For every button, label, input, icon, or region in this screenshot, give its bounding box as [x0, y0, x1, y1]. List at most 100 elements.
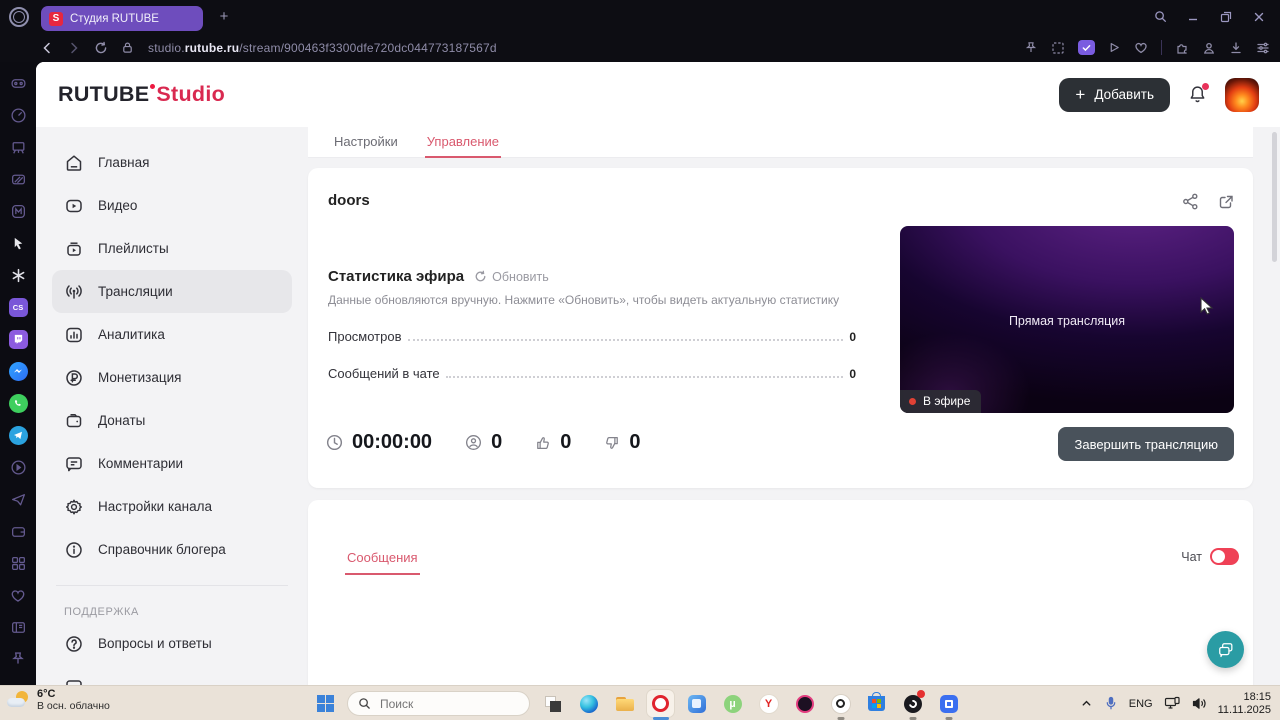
sidebar-item-home[interactable]: Главная [52, 141, 292, 184]
taskbar-icon-blue-app[interactable] [683, 690, 710, 717]
close-icon[interactable] [1248, 6, 1270, 28]
cs-badge-icon[interactable]: CS [5, 294, 31, 320]
stream-stats: Статистика эфира Обновить Данные обновля… [328, 268, 856, 381]
forward-icon[interactable] [67, 41, 81, 55]
stream-preview[interactable]: Прямая трансляция В эфире [900, 226, 1234, 413]
twitch-icon[interactable] [5, 326, 31, 352]
profile-icon[interactable] [1202, 41, 1216, 55]
taskbar-search[interactable] [347, 691, 530, 716]
chat-toggle[interactable] [1210, 548, 1239, 565]
rail-pin-icon[interactable] [5, 646, 31, 672]
add-button[interactable]: + Добавить [1059, 77, 1170, 112]
stats-title: Статистика эфира [328, 268, 465, 285]
heart-icon[interactable] [5, 582, 31, 608]
refresh-button[interactable]: Обновить [474, 270, 549, 284]
end-stream-button[interactable]: Завершить трансляцию [1058, 427, 1234, 461]
taskbar-icon-yandex[interactable]: Y [755, 690, 782, 717]
wallet-icon[interactable] [5, 518, 31, 544]
notifications-bell-icon[interactable] [1187, 83, 1209, 105]
workspace-icon[interactable] [5, 70, 31, 96]
tray-network-icon[interactable] [1164, 696, 1181, 711]
telegram-icon[interactable] [5, 422, 31, 448]
tray-mic-icon[interactable] [1104, 696, 1118, 711]
messenger-icon[interactable] [5, 358, 31, 384]
sidebar-item-comments[interactable]: Комментарии [52, 442, 292, 485]
sidebar-item-clipped[interactable] [52, 665, 292, 685]
user-avatar[interactable] [1225, 77, 1259, 112]
pin-icon[interactable] [1024, 41, 1038, 55]
play-circle-icon[interactable] [5, 454, 31, 480]
search-icon[interactable] [1149, 6, 1171, 28]
tab-messages[interactable]: Сообщения [345, 550, 420, 575]
snapshot-icon[interactable] [1051, 41, 1065, 55]
speed-dial-icon[interactable] [5, 102, 31, 128]
taskbar-icon-utorrent[interactable]: µ [719, 690, 746, 717]
open-external-icon[interactable] [1217, 192, 1235, 211]
sidebar-item-playlists[interactable]: Плейлисты [52, 227, 292, 270]
new-tab-button[interactable]: + [213, 6, 235, 28]
taskbar-icon-blue-square[interactable] [935, 690, 962, 720]
browser-tab[interactable]: S Студия RUTUBE [41, 6, 203, 31]
support-chat-fab[interactable] [1207, 631, 1244, 668]
viewer-icon [464, 433, 483, 452]
viewers-counter: 0 [464, 431, 502, 454]
sidebar-item-monetization[interactable]: Монетизация [52, 356, 292, 399]
question-icon [64, 634, 84, 654]
site-lock-icon[interactable] [121, 41, 134, 54]
page-scrollbar[interactable] [1272, 132, 1277, 262]
whatsapp-icon[interactable] [5, 390, 31, 416]
m-badge-icon[interactable] [5, 198, 31, 224]
comments-icon [64, 454, 84, 474]
url-text[interactable]: studio.rutube.ru/stream/900463f3300dfe72… [148, 41, 497, 55]
taskbar-icon-edge[interactable] [575, 690, 602, 717]
reload-icon[interactable] [94, 41, 108, 55]
share-icon[interactable] [1181, 192, 1200, 211]
opera-menu-icon[interactable] [9, 6, 29, 27]
search-input[interactable] [378, 695, 508, 712]
playlists-icon [64, 239, 84, 259]
pointer-icon[interactable] [5, 230, 31, 256]
rutube-studio-logo[interactable]: RUTUBE Studio [58, 82, 225, 107]
tray-chevron-up-icon[interactable] [1080, 697, 1093, 710]
minimize-icon[interactable] [1182, 6, 1204, 28]
back-icon[interactable] [40, 41, 54, 55]
settings-sliders-icon[interactable] [1256, 41, 1270, 55]
home-icon [64, 153, 84, 173]
sidebar-item-faq[interactable]: Вопросы и ответы [52, 622, 292, 665]
start-button[interactable] [312, 691, 338, 717]
panels-icon[interactable] [5, 614, 31, 640]
weather-widget[interactable]: 6°C В осн. облачно [7, 688, 110, 712]
tab-settings[interactable]: Настройки [334, 127, 398, 158]
taskbar-icon-obs[interactable] [899, 690, 926, 720]
sidebar-item-blogger-guide[interactable]: Справочник блогера [52, 528, 292, 571]
easel-icon[interactable] [5, 134, 31, 160]
chatgpt-icon[interactable] [5, 262, 31, 288]
taskbar-icon-explorer[interactable] [611, 690, 638, 717]
tray-speaker-icon[interactable] [1192, 697, 1207, 710]
notification-dot [1202, 83, 1209, 90]
sidebar-item-channel-settings[interactable]: Настройки канала [52, 485, 292, 528]
stream-card: doors Статистика эфира Обновить Данные о… [308, 168, 1253, 488]
taskbar-icon-steelseries[interactable] [827, 690, 854, 720]
video-popout-icon[interactable] [1108, 41, 1121, 54]
sidebar-item-video[interactable]: Видео [52, 184, 292, 227]
vpn-shield-icon[interactable] [1078, 40, 1095, 55]
sidebar-item-streams[interactable]: Трансляции [52, 270, 292, 313]
taskbar-icon-screens[interactable] [539, 690, 566, 717]
tab-management[interactable]: Управление [424, 127, 502, 158]
taskbar-icon-opera[interactable] [647, 690, 674, 720]
extensions-icon[interactable] [1175, 41, 1189, 55]
sidebar-item-donations[interactable]: Донаты [52, 399, 292, 442]
taskbar-icon-ms-store[interactable] [863, 690, 890, 717]
downloads-icon[interactable] [1229, 41, 1243, 55]
taskbar-icon-opera-gx[interactable] [791, 690, 818, 717]
restore-icon[interactable] [1215, 6, 1237, 28]
apps-grid-icon[interactable] [5, 550, 31, 576]
taskbar-clock[interactable]: 18:15 11.11.2025 [1218, 691, 1271, 717]
thumb-up-icon [534, 434, 552, 452]
sidebar-item-analytics[interactable]: Аналитика [52, 313, 292, 356]
send-icon[interactable] [5, 486, 31, 512]
cards-icon[interactable] [5, 166, 31, 192]
language-indicator[interactable]: ENG [1129, 698, 1153, 710]
bookmark-heart-icon[interactable] [1134, 41, 1148, 54]
